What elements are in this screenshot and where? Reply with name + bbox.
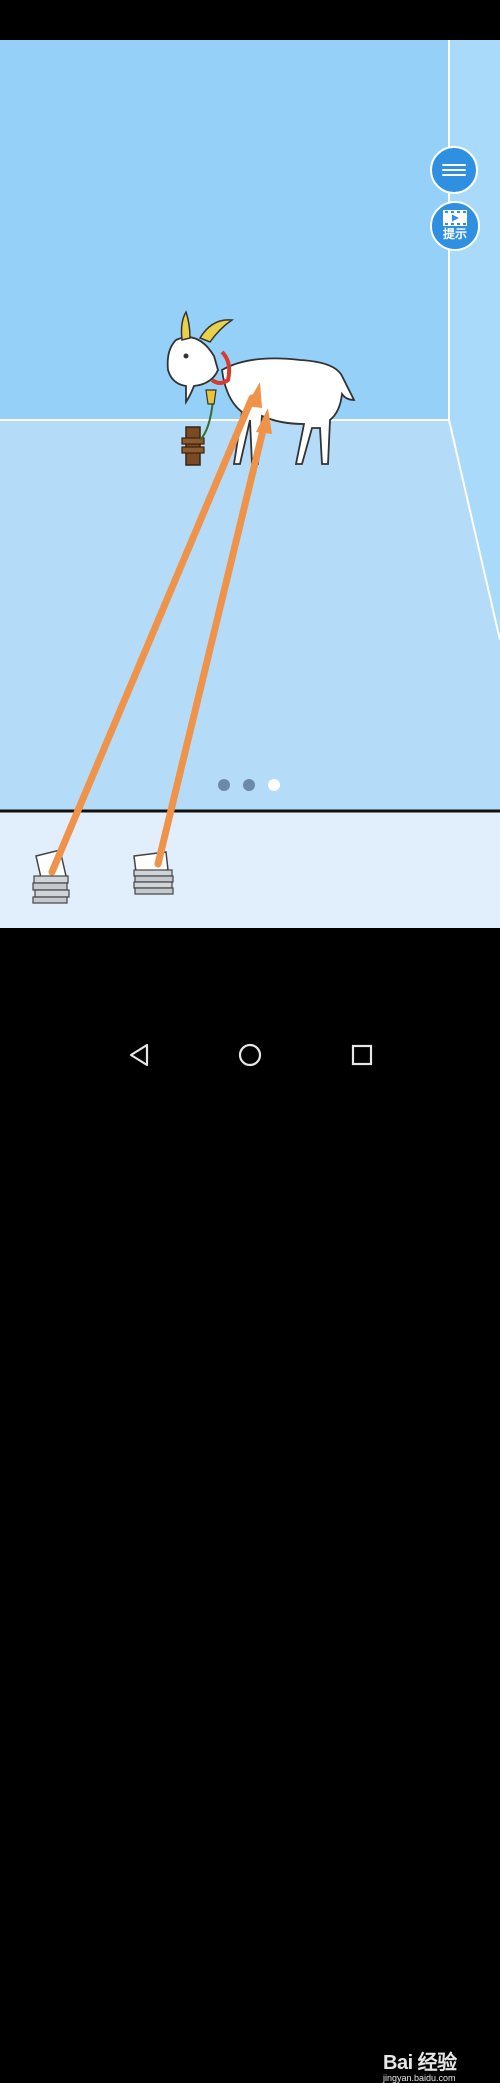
- film-icon: [443, 210, 467, 226]
- hint-button[interactable]: 提示: [430, 201, 480, 251]
- page-indicator: [218, 779, 293, 791]
- watermark-url: jingyan.baidu.com: [383, 2073, 456, 2083]
- page-dot-active: [268, 779, 280, 791]
- navigation-bar: Bai 经验 jingyan.baidu.com: [0, 1020, 500, 2083]
- game-scene[interactable]: 提示: [0, 40, 500, 928]
- page-dot: [218, 779, 230, 791]
- baidu-watermark: Bai 经验 jingyan.baidu.com: [383, 2046, 457, 2083]
- menu-button[interactable]: [430, 146, 478, 194]
- page-dot: [243, 779, 255, 791]
- room-background: [0, 40, 500, 928]
- watermark-brand: Bai 经验: [383, 2052, 457, 2074]
- paper-stack-right[interactable]: [133, 851, 174, 895]
- back-triangle-icon[interactable]: [127, 1042, 153, 1068]
- recents-square-icon[interactable]: [349, 1042, 375, 1068]
- status-bar: [0, 0, 500, 40]
- hint-label: 提示: [442, 227, 467, 241]
- home-circle-icon[interactable]: [237, 1042, 263, 1068]
- hamburger-icon: [442, 161, 466, 179]
